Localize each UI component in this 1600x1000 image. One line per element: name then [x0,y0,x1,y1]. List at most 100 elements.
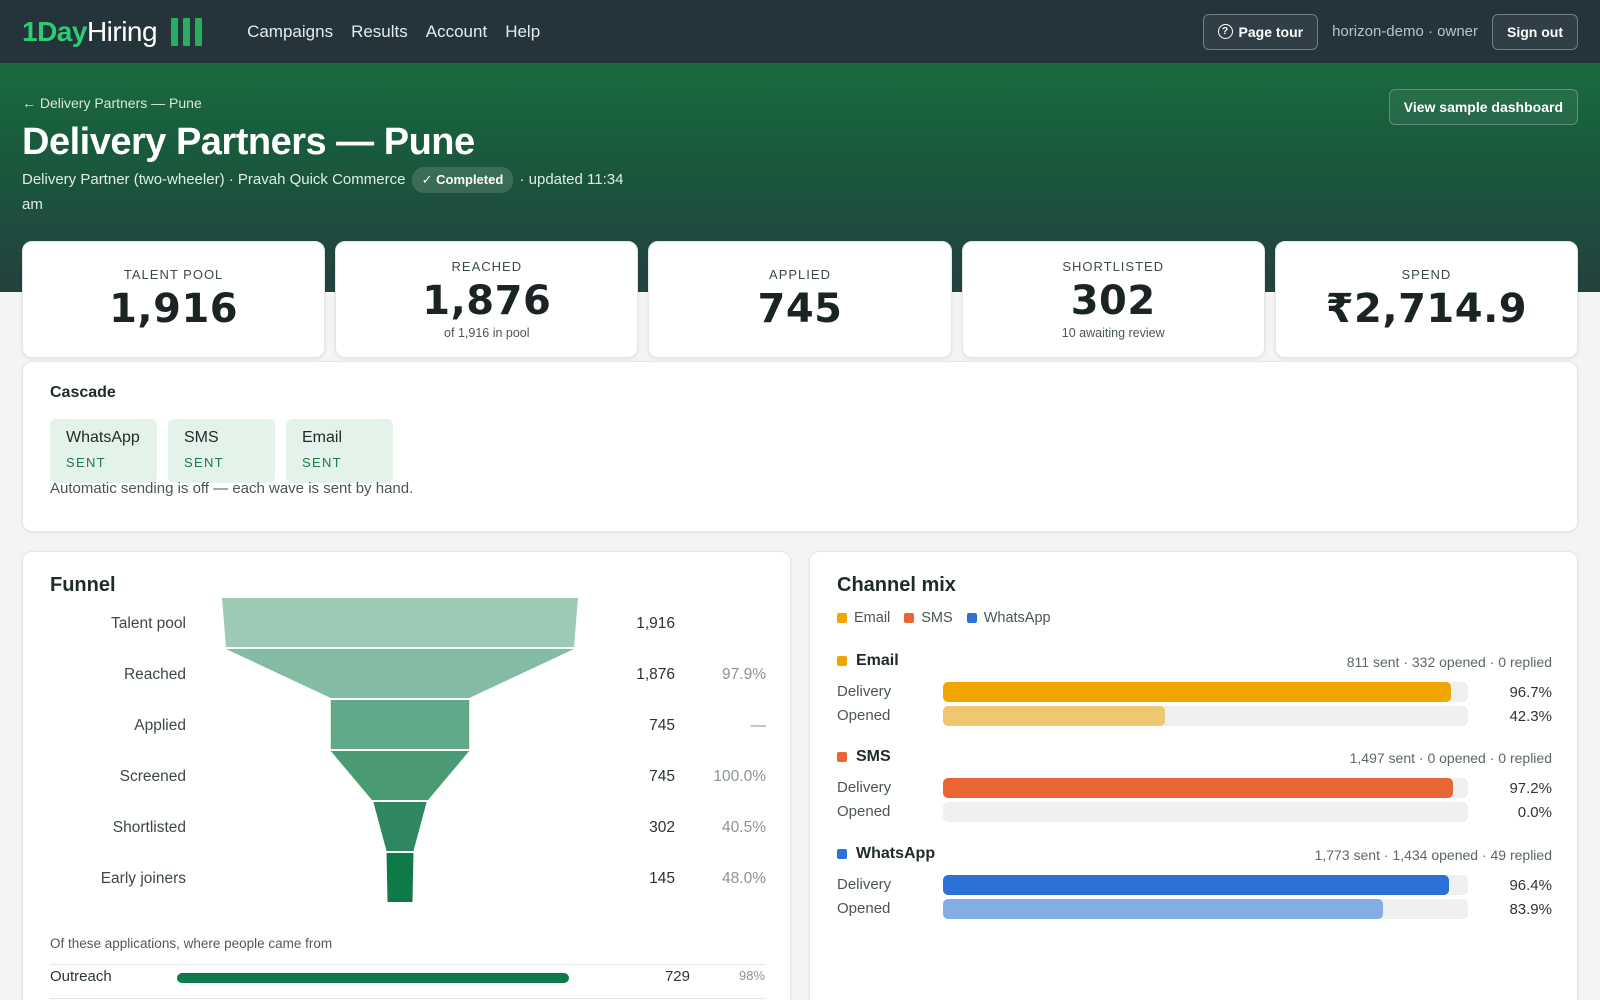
kpi-subtext: of 1,916 in pool [444,326,530,340]
cascade-panel: Cascade WhatsApp SENT SMS SENT Email SEN… [22,361,1578,532]
opened-label: Opened [837,707,891,724]
funnel-row: Talent pool 1,916 [23,599,792,651]
kpi-value: 302 [1070,278,1156,324]
funnel-stage-label: Talent pool [111,615,186,632]
kpi-label: SHORTLISTED [1062,259,1165,274]
delivery-value: 96.4% [1509,877,1552,894]
channel-name: Email [837,652,899,670]
channel-name-text: Email [856,652,899,669]
kpi-talent-pool: TALENT POOL 1,916 [22,241,326,358]
legend-swatch [837,613,847,623]
user-account-text: horizon-demo · owner [1332,23,1478,40]
delivery-bar [943,875,1450,895]
opened-value: 0.0% [1517,804,1552,821]
channel-mix-panel: Channel mix Email SMS WhatsApp Email 811 … [809,551,1578,1000]
divider [50,998,765,999]
funnel-row: Shortlisted 302 40.5% [23,803,792,855]
source-label: Outreach [50,968,112,985]
help-circle-icon: ? [1217,24,1233,39]
opened-bar-row: Opened 83.9% [837,899,1552,919]
delivery-label: Delivery [837,683,892,700]
brand-logo[interactable]: 1Day Hiring [22,15,203,48]
page-title: Delivery Partners — Pune [22,121,475,163]
sign-out-button[interactable]: Sign out [1492,13,1578,50]
source-count: 729 [664,968,690,985]
brand-name-part1: 1Day [22,15,87,47]
opened-bar-row: Opened 42.3% [837,706,1552,726]
cascade-chips: WhatsApp SENT SMS SENT Email SENT [50,419,393,483]
brand-bars-icon [171,17,203,46]
funnel-stage-percent: 100.0% [713,768,766,785]
channel-header: WhatsApp 1,773 sent · 1,434 opened · 49 r… [837,845,1552,865]
opened-label: Opened [837,803,891,820]
kpi-label: REACHED [451,259,523,274]
funnel-stage-count: 1,916 [636,615,675,632]
source-bar [177,973,569,983]
channel-block-whatsapp: WhatsApp 1,773 sent · 1,434 opened · 49 r… [837,845,1552,941]
channel-name: SMS [837,748,891,766]
nav-right: ? Page tour horizon-demo · owner Sign ou… [1202,13,1578,50]
bar-track [943,899,1468,919]
campaign-role: Delivery Partner (two-wheeler) · Pravah … [22,171,406,188]
bar-track [943,802,1468,822]
channel-swatch [837,752,847,762]
nav-link-results[interactable]: Results [351,22,408,42]
kpi-spend: SPEND ₹2,714.9 [1274,241,1579,358]
cascade-chip-email[interactable]: Email SENT [286,419,393,483]
kpi-reached: REACHED 1,876 of 1,916 in pool [335,241,639,358]
funnel-stage-label: Shortlisted [112,819,186,836]
brand-name-part2: Hiring [86,15,158,47]
kpi-value: 1,876 [422,278,552,324]
delivery-label: Delivery [837,779,892,796]
breadcrumb[interactable]: ← Delivery Partners — Pune [22,95,202,111]
kpi-shortlisted: SHORTLISTED 302 10 awaiting review [961,241,1265,358]
chip-status: SENT [66,455,106,470]
channel-name-text: WhatsApp [856,845,936,862]
bar-track [943,875,1468,895]
legend-item-email: Email [837,610,890,626]
kpi-label: APPLIED [769,267,831,282]
status-badge: ✓ Completed [411,167,514,193]
page-tour-label: Page tour [1238,23,1304,40]
nav-link-campaigns[interactable]: Campaigns [247,22,333,42]
channel-stats: 811 sent · 332 opened · 0 replied [1346,654,1552,670]
source-note: Of these applications, where people came… [50,936,333,951]
legend-swatch [904,613,915,623]
funnel-stage-count: 745 [649,717,675,734]
channel-legend: Email SMS WhatsApp [837,610,1051,626]
funnel-row: Early joiners 145 48.0% [23,854,792,906]
opened-value: 83.9% [1509,901,1552,918]
legend-label: SMS [921,610,953,626]
delivery-bar [943,682,1451,702]
legend-item-whatsapp: WhatsApp [966,610,1051,626]
kpi-value: 1,916 [109,286,239,332]
kpi-applied: APPLIED 745 [648,241,952,358]
view-sample-dashboard-button[interactable]: View sample dashboard [1388,89,1578,125]
page-tour-button[interactable]: ? Page tour [1202,13,1319,50]
chip-status: SENT [302,455,342,470]
delivery-bar [943,778,1454,798]
top-nav: 1Day Hiring Campaigns Results Account Hel… [0,0,1600,63]
opened-bar [943,899,1384,919]
nav-link-account[interactable]: Account [426,22,487,42]
delivery-bar-row: Delivery 96.7% [837,682,1552,702]
channel-swatch [837,656,847,666]
opened-bar-row: Opened 0.0% [837,802,1552,822]
cascade-chip-whatsapp[interactable]: WhatsApp SENT [50,419,157,483]
funnel-stage-count: 145 [649,870,675,887]
bar-track [943,682,1468,702]
nav-links: Campaigns Results Account Help [247,22,540,42]
funnel-stage-count: 1,876 [636,666,675,683]
legend-item-sms: SMS [904,610,953,626]
channel-header: SMS 1,497 sent · 0 opened · 0 replied [837,748,1552,768]
opened-label: Opened [837,900,891,917]
campaign-meta: Delivery Partner (two-wheeler) · Pravah … [22,167,642,217]
chip-channel-name: WhatsApp [66,429,140,446]
funnel-stage-count: 302 [649,819,675,836]
channel-block-sms: SMS 1,497 sent · 0 opened · 0 replied Deli… [837,748,1552,844]
funnel-row: Screened 745 100.0% [23,752,792,804]
nav-link-help[interactable]: Help [505,22,540,42]
delivery-bar-row: Delivery 97.2% [837,778,1552,798]
cascade-chip-sms[interactable]: SMS SENT [168,419,275,483]
opened-bar [943,706,1166,726]
